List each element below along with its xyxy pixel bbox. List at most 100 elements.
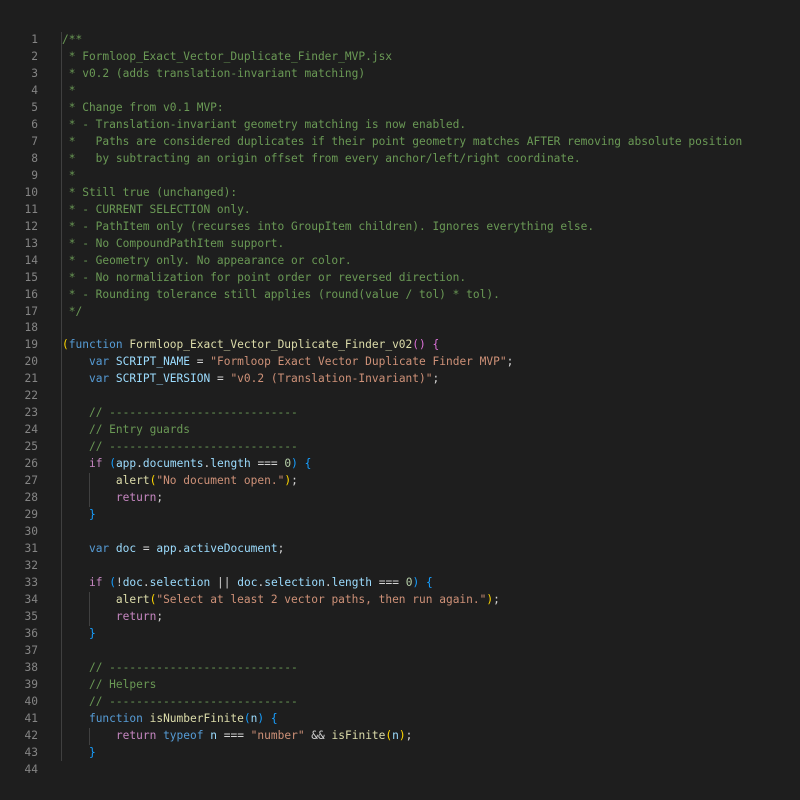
code-token: ; [405, 728, 413, 742]
line-number: 16 [24, 287, 38, 301]
code-line[interactable]: 38 // ---------------------------- [0, 660, 800, 677]
code-line[interactable]: 7 * Paths are considered duplicates if t… [0, 134, 800, 151]
line-number: 29 [24, 508, 38, 522]
code-token: "No document open." [156, 474, 285, 488]
code-text: if (app.documents.length === 0) { [62, 456, 311, 473]
code-editor[interactable]: 1 /** 2 * Formloop_Exact_Vector_Duplicate_… [0, 32, 800, 779]
code-token: "number" [250, 728, 305, 742]
code-token: * - Rounding tolerance still applies (ro… [62, 287, 500, 301]
code-line[interactable]: 43 } [0, 745, 800, 762]
code-line[interactable]: 6 * - Translation-invariant geometry mat… [0, 117, 800, 134]
line-number: 43 [24, 745, 38, 759]
code-token: return [115, 609, 157, 623]
code-line[interactable]: 16 * - Rounding tolerance still applies … [0, 287, 800, 304]
code-token: * by subtracting an origin offset from e… [62, 151, 581, 165]
code-line[interactable]: 21 var SCRIPT_VERSION = "v0.2 (Translati… [0, 371, 800, 388]
code-token: * Formloop_Exact_Vector_Duplicate_Finder… [62, 49, 393, 63]
code-line[interactable]: 34 alert("Select at least 2 vector paths… [0, 592, 800, 609]
code-line[interactable]: 25 // ---------------------------- [0, 439, 800, 456]
code-token: . [136, 457, 143, 471]
code-token: * - PathItem only (recurses into GroupIt… [62, 219, 595, 233]
code-token: SCRIPT_NAME [115, 355, 191, 369]
code-token: * [62, 168, 76, 182]
code-line[interactable]: 40 // ---------------------------- [0, 694, 800, 711]
code-line[interactable]: 9 * [0, 168, 800, 185]
line-number: 14 [24, 253, 38, 267]
code-line[interactable]: 17 */ [0, 304, 800, 321]
code-line[interactable]: 30 [0, 524, 800, 541]
code-line[interactable]: 23 // ---------------------------- [0, 405, 800, 422]
code-line[interactable]: 1 /** [0, 32, 800, 49]
code-text: * - Rounding tolerance still applies (ro… [62, 287, 500, 304]
code-line[interactable]: 19 (function Formloop_Exact_Vector_Duplic… [0, 337, 800, 354]
code-token: ; [156, 491, 164, 505]
code-token: * - CURRENT SELECTION only. [62, 202, 251, 216]
code-text: return; [62, 490, 163, 507]
code-line[interactable]: 12 * - PathItem only (recurses into Grou… [0, 219, 800, 236]
code-text: function isNumberFinite(n) { [62, 711, 278, 728]
line-number: 3 [31, 66, 38, 80]
code-token: return [115, 491, 157, 505]
code-line[interactable]: 36 } [0, 626, 800, 643]
code-token: ; [291, 474, 298, 488]
code-line[interactable]: 10 * Still true (unchanged): [0, 185, 800, 202]
code-token: doc [122, 576, 143, 589]
code-line[interactable]: 15 * - No normalization for point order … [0, 270, 800, 287]
line-number: 31 [24, 542, 38, 556]
code-line[interactable]: 27 alert("No document open."); [0, 473, 800, 490]
line-number: 13 [24, 236, 38, 250]
code-line[interactable]: 42 return typeof n === "number" && isFin… [0, 728, 800, 745]
code-line[interactable]: 39 // Helpers [0, 677, 800, 694]
code-line[interactable]: 20 var SCRIPT_NAME = "Formloop Exact Vec… [0, 354, 800, 371]
code-line[interactable]: 5 * Change from v0.1 MVP: [0, 100, 800, 117]
code-line[interactable]: 26 if (app.documents.length === 0) { [0, 456, 800, 473]
code-token: } [88, 626, 96, 640]
code-token: { [432, 338, 440, 352]
code-line[interactable]: 8 * by subtracting an origin offset from… [0, 151, 800, 168]
code-token: "Formloop Exact Vector Duplicate Finder … [210, 355, 507, 369]
code-token: Formloop_Exact_Vector_Duplicate_Finder_v… [129, 338, 413, 352]
indent-guide [88, 592, 90, 626]
code-token: // ---------------------------- [88, 694, 298, 708]
code-lines: 1 /** 2 * Formloop_Exact_Vector_Duplicate_… [0, 32, 800, 779]
code-line[interactable]: 44 [0, 762, 800, 779]
code-line[interactable]: 14 * - Geometry only. No appearance or c… [0, 253, 800, 270]
code-token: n [392, 728, 399, 742]
code-token: ; [432, 372, 440, 386]
code-token: selection [149, 576, 211, 589]
code-line[interactable]: 29 } [0, 507, 800, 524]
line-number: 28 [24, 491, 38, 505]
code-token: ( [109, 457, 116, 471]
code-line[interactable]: 35 return; [0, 609, 800, 626]
code-line[interactable]: 31 var doc = app.activeDocument; [0, 541, 800, 558]
code-token: function [88, 711, 143, 725]
line-number: 22 [24, 389, 38, 403]
code-line[interactable]: 4 * [0, 83, 800, 100]
code-line[interactable]: 18 [0, 320, 800, 337]
code-text: // Helpers [62, 677, 156, 694]
code-line[interactable]: 24 // Entry guards [0, 422, 800, 439]
code-line[interactable]: 3 * v0.2 (adds translation-invariant mat… [0, 66, 800, 83]
code-token: selection [264, 576, 325, 589]
code-token: * Still true (unchanged): [62, 185, 238, 199]
code-line[interactable]: 2 * Formloop_Exact_Vector_Duplicate_Find… [0, 49, 800, 66]
code-line[interactable]: 33 if (!doc.selection || doc.selection.l… [0, 575, 800, 592]
code-line[interactable]: 32 [0, 558, 800, 575]
line-number: 41 [24, 711, 38, 725]
code-token: = [210, 372, 231, 386]
code-line[interactable]: 13 * - No CompoundPathItem support. [0, 236, 800, 253]
code-line[interactable]: 22 [0, 388, 800, 405]
line-number: 37 [24, 643, 38, 657]
code-token: return [115, 728, 157, 742]
code-token: doc [115, 542, 137, 556]
code-text: * Change from v0.1 MVP: [62, 100, 224, 117]
code-line[interactable]: 28 return; [0, 490, 800, 507]
code-line[interactable]: 37 [0, 643, 800, 660]
line-number: 42 [24, 728, 38, 742]
code-line[interactable]: 11 * - CURRENT SELECTION only. [0, 202, 800, 219]
line-number: 21 [24, 372, 38, 386]
code-line[interactable]: 41 function isNumberFinite(n) { [0, 711, 800, 728]
